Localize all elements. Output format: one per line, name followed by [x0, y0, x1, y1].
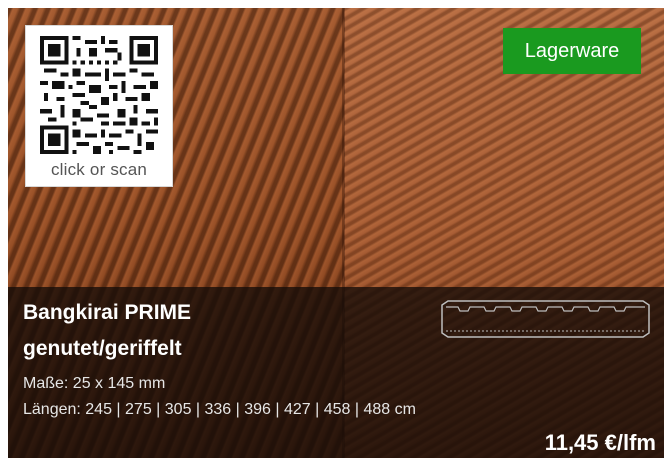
qr-code-icon	[40, 36, 158, 154]
product-variant[interactable]: genutet/geriffelt	[23, 337, 182, 361]
product-name[interactable]: Bangkirai PRIME	[23, 301, 191, 325]
qr-code-box[interactable]: click or scan	[25, 25, 173, 187]
product-price: 11,45 €/lfm	[544, 430, 656, 455]
product-info-panel: Bangkirai PRIME genutet/geriffelt Maße: …	[8, 287, 664, 458]
product-card[interactable]: click or scan Lagerware Bangkirai PRIME …	[8, 8, 664, 458]
product-dimensions: Maße: 25 x 145 mm	[23, 375, 166, 392]
board-profile-icon	[441, 300, 650, 338]
product-lengths: Längen: 245 | 275 | 305 | 336 | 396 | 42…	[23, 401, 416, 418]
qr-caption: click or scan	[50, 160, 148, 179]
stock-badge: Lagerware	[503, 28, 641, 74]
